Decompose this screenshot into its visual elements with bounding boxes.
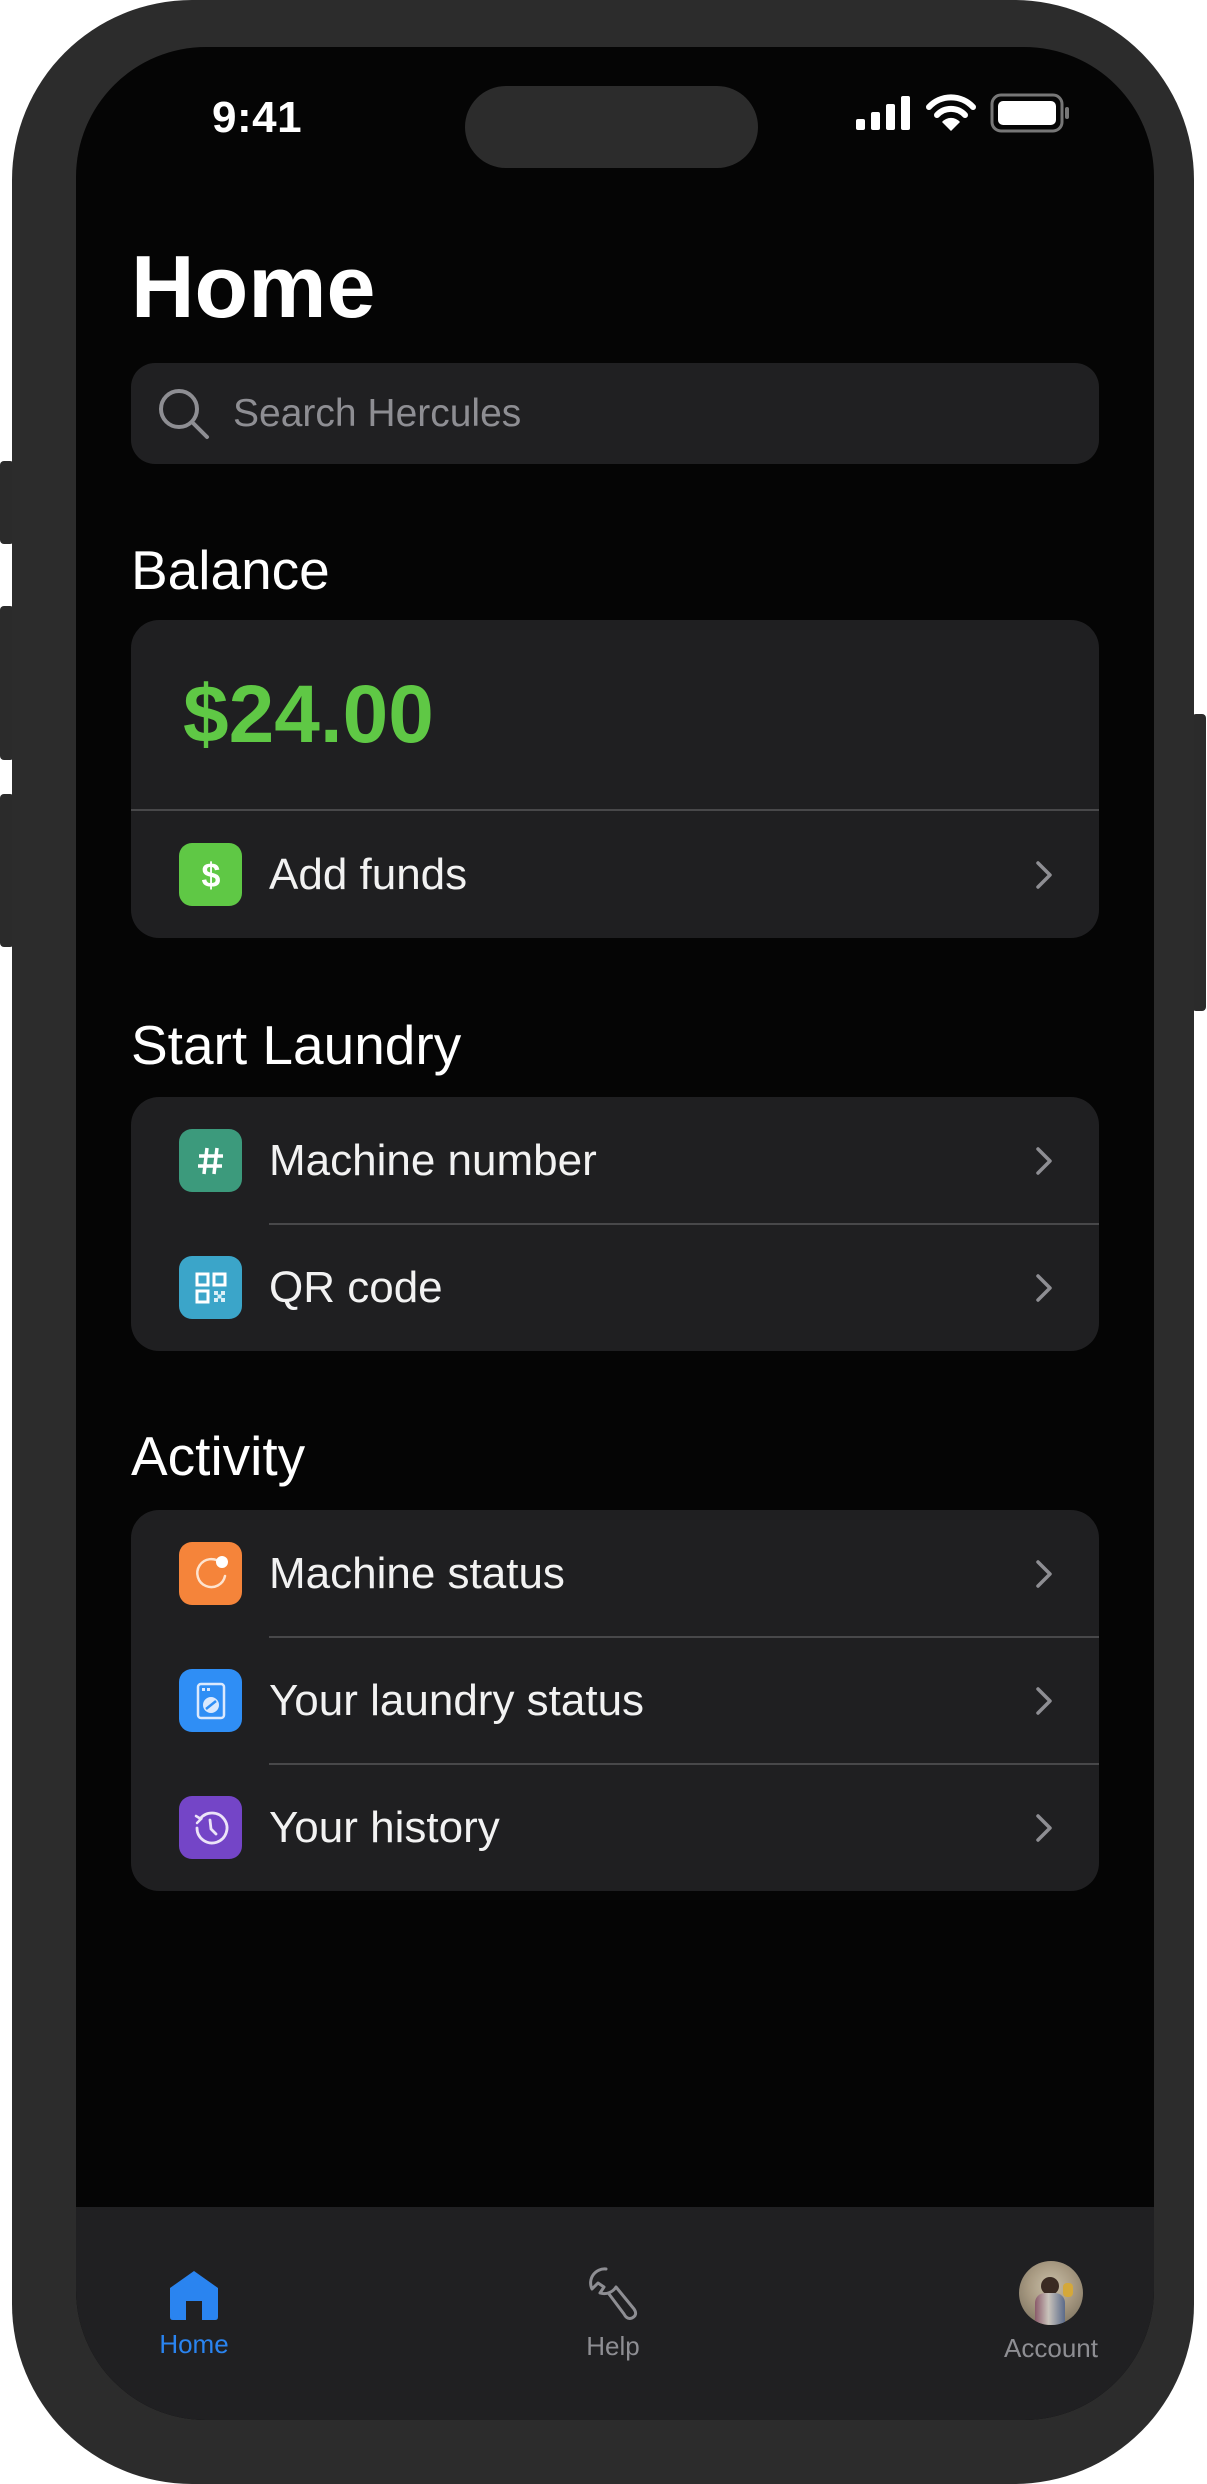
balance-card: $24.00 $ Add funds: [131, 620, 1099, 938]
list-item-history[interactable]: Your history: [131, 1764, 1099, 1891]
phone-frame: 9:41 Home Search Hercules Balance $24.00…: [12, 0, 1194, 2484]
wrench-icon: [589, 2267, 638, 2320]
home-icon: [170, 2271, 218, 2320]
laundry-status-label: Your laundry status: [269, 1675, 645, 1725]
activity-heading: Activity: [131, 1425, 306, 1487]
balance-amount: $24.00: [183, 669, 434, 760]
add-funds-button[interactable]: $ Add funds: [131, 811, 1099, 938]
battery-icon: [990, 93, 1069, 133]
cellular-signal-icon: [856, 96, 910, 130]
tab-bar: Home Help Account: [76, 2207, 1154, 2420]
status-icons: [854, 91, 1072, 135]
search-icon: [159, 388, 209, 439]
status-time: 9:41: [212, 93, 303, 142]
tab-account-label: Account: [1004, 2333, 1098, 2363]
chevron-right-icon: [1036, 860, 1052, 889]
qr-code-icon: [179, 1256, 242, 1319]
tab-account[interactable]: Account: [981, 2261, 1121, 2364]
chevron-right-icon: [1036, 1273, 1052, 1302]
history-clock-icon: [179, 1796, 242, 1859]
list-item-machine-number[interactable]: Machine number: [131, 1097, 1099, 1224]
search-placeholder: Search Hercules: [233, 391, 522, 435]
list-item-machine-status[interactable]: Machine status: [131, 1510, 1099, 1637]
chevron-right-icon: [1036, 1146, 1052, 1175]
qr-code-label: QR code: [269, 1262, 443, 1312]
chevron-right-icon: [1036, 1813, 1052, 1842]
balance-heading: Balance: [131, 539, 330, 601]
power-button: [1192, 714, 1206, 1011]
page-title: Home: [131, 237, 376, 336]
washing-machine-icon: [179, 1669, 242, 1732]
tab-help[interactable]: Help: [557, 2265, 669, 2362]
dollar-icon: $: [179, 843, 242, 906]
wifi-icon: [926, 94, 976, 131]
hash-icon: [179, 1129, 242, 1192]
svg-text:$: $: [201, 857, 220, 894]
tab-help-label: Help: [586, 2331, 640, 2361]
add-funds-label: Add funds: [269, 849, 468, 899]
activity-card: Machine status Your laundry status Your …: [131, 1510, 1099, 1891]
start-laundry-heading: Start Laundry: [131, 1014, 462, 1076]
screen: 9:41 Home Search Hercules Balance $24.00…: [76, 47, 1154, 2420]
chevron-right-icon: [1036, 1686, 1052, 1715]
chevron-right-icon: [1036, 1559, 1052, 1588]
tab-home[interactable]: Home: [138, 2269, 250, 2360]
start-laundry-card: Machine number QR code: [131, 1097, 1099, 1351]
machine-number-label: Machine number: [269, 1135, 597, 1185]
tab-home-label: Home: [159, 2329, 229, 2359]
status-ring-icon: [179, 1542, 242, 1605]
avatar: [1019, 2261, 1083, 2325]
search-input[interactable]: Search Hercules: [131, 363, 1099, 464]
machine-status-label: Machine status: [269, 1548, 565, 1598]
list-item-laundry-status[interactable]: Your laundry status: [131, 1637, 1099, 1764]
history-label: Your history: [269, 1802, 500, 1852]
list-item-qr-code[interactable]: QR code: [131, 1224, 1099, 1351]
dynamic-island: [465, 86, 758, 168]
